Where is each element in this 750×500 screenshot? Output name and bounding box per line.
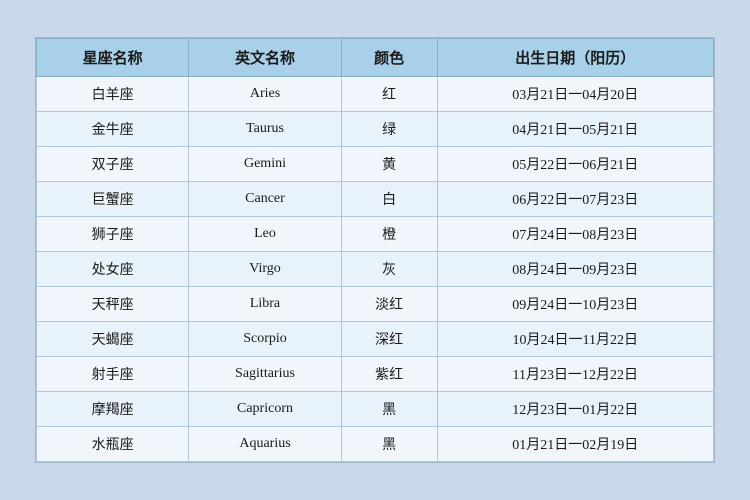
header-english-name: 英文名称 [189,39,341,77]
table-row: 射手座Sagittarius紫红11月23日一12月22日 [37,357,714,392]
cell-chinese-name: 摩羯座 [37,392,189,427]
zodiac-table: 星座名称 英文名称 颜色 出生日期（阳历） 白羊座Aries红03月21日一04… [36,38,714,462]
cell-chinese-name: 狮子座 [37,217,189,252]
header-color: 颜色 [341,39,437,77]
cell-chinese-name: 巨蟹座 [37,182,189,217]
cell-chinese-name: 处女座 [37,252,189,287]
table-row: 狮子座Leo橙07月24日一08月23日 [37,217,714,252]
cell-chinese-name: 天秤座 [37,287,189,322]
cell-english-name: Scorpio [189,322,341,357]
cell-chinese-name: 双子座 [37,147,189,182]
cell-dates: 10月24日一11月22日 [437,322,713,357]
table-row: 巨蟹座Cancer白06月22日一07月23日 [37,182,714,217]
cell-chinese-name: 金牛座 [37,112,189,147]
cell-color: 黑 [341,392,437,427]
cell-dates: 07月24日一08月23日 [437,217,713,252]
cell-english-name: Cancer [189,182,341,217]
cell-chinese-name: 水瓶座 [37,427,189,462]
table-row: 白羊座Aries红03月21日一04月20日 [37,77,714,112]
cell-dates: 06月22日一07月23日 [437,182,713,217]
cell-color: 橙 [341,217,437,252]
cell-dates: 05月22日一06月21日 [437,147,713,182]
cell-color: 灰 [341,252,437,287]
cell-color: 淡红 [341,287,437,322]
cell-color: 紫红 [341,357,437,392]
table-row: 天秤座Libra淡红09月24日一10月23日 [37,287,714,322]
cell-color: 红 [341,77,437,112]
table-row: 天蝎座Scorpio深红10月24日一11月22日 [37,322,714,357]
cell-color: 白 [341,182,437,217]
cell-english-name: Gemini [189,147,341,182]
table-row: 双子座Gemini黄05月22日一06月21日 [37,147,714,182]
table-header-row: 星座名称 英文名称 颜色 出生日期（阳历） [37,39,714,77]
table-row: 摩羯座Capricorn黑12月23日一01月22日 [37,392,714,427]
cell-english-name: Capricorn [189,392,341,427]
cell-english-name: Libra [189,287,341,322]
cell-dates: 12月23日一01月22日 [437,392,713,427]
cell-english-name: Aries [189,77,341,112]
cell-color: 深红 [341,322,437,357]
cell-dates: 01月21日一02月19日 [437,427,713,462]
table-row: 处女座Virgo灰08月24日一09月23日 [37,252,714,287]
cell-english-name: Sagittarius [189,357,341,392]
cell-english-name: Virgo [189,252,341,287]
zodiac-table-container: 星座名称 英文名称 颜色 出生日期（阳历） 白羊座Aries红03月21日一04… [35,37,715,463]
cell-english-name: Taurus [189,112,341,147]
table-body: 白羊座Aries红03月21日一04月20日金牛座Taurus绿04月21日一0… [37,77,714,462]
cell-dates: 09月24日一10月23日 [437,287,713,322]
header-chinese-name: 星座名称 [37,39,189,77]
cell-english-name: Leo [189,217,341,252]
cell-dates: 11月23日一12月22日 [437,357,713,392]
cell-color: 黄 [341,147,437,182]
cell-chinese-name: 白羊座 [37,77,189,112]
cell-chinese-name: 天蝎座 [37,322,189,357]
header-dates: 出生日期（阳历） [437,39,713,77]
cell-dates: 03月21日一04月20日 [437,77,713,112]
cell-color: 黑 [341,427,437,462]
table-row: 金牛座Taurus绿04月21日一05月21日 [37,112,714,147]
cell-dates: 04月21日一05月21日 [437,112,713,147]
cell-dates: 08月24日一09月23日 [437,252,713,287]
table-row: 水瓶座Aquarius黑01月21日一02月19日 [37,427,714,462]
cell-english-name: Aquarius [189,427,341,462]
cell-chinese-name: 射手座 [37,357,189,392]
cell-color: 绿 [341,112,437,147]
